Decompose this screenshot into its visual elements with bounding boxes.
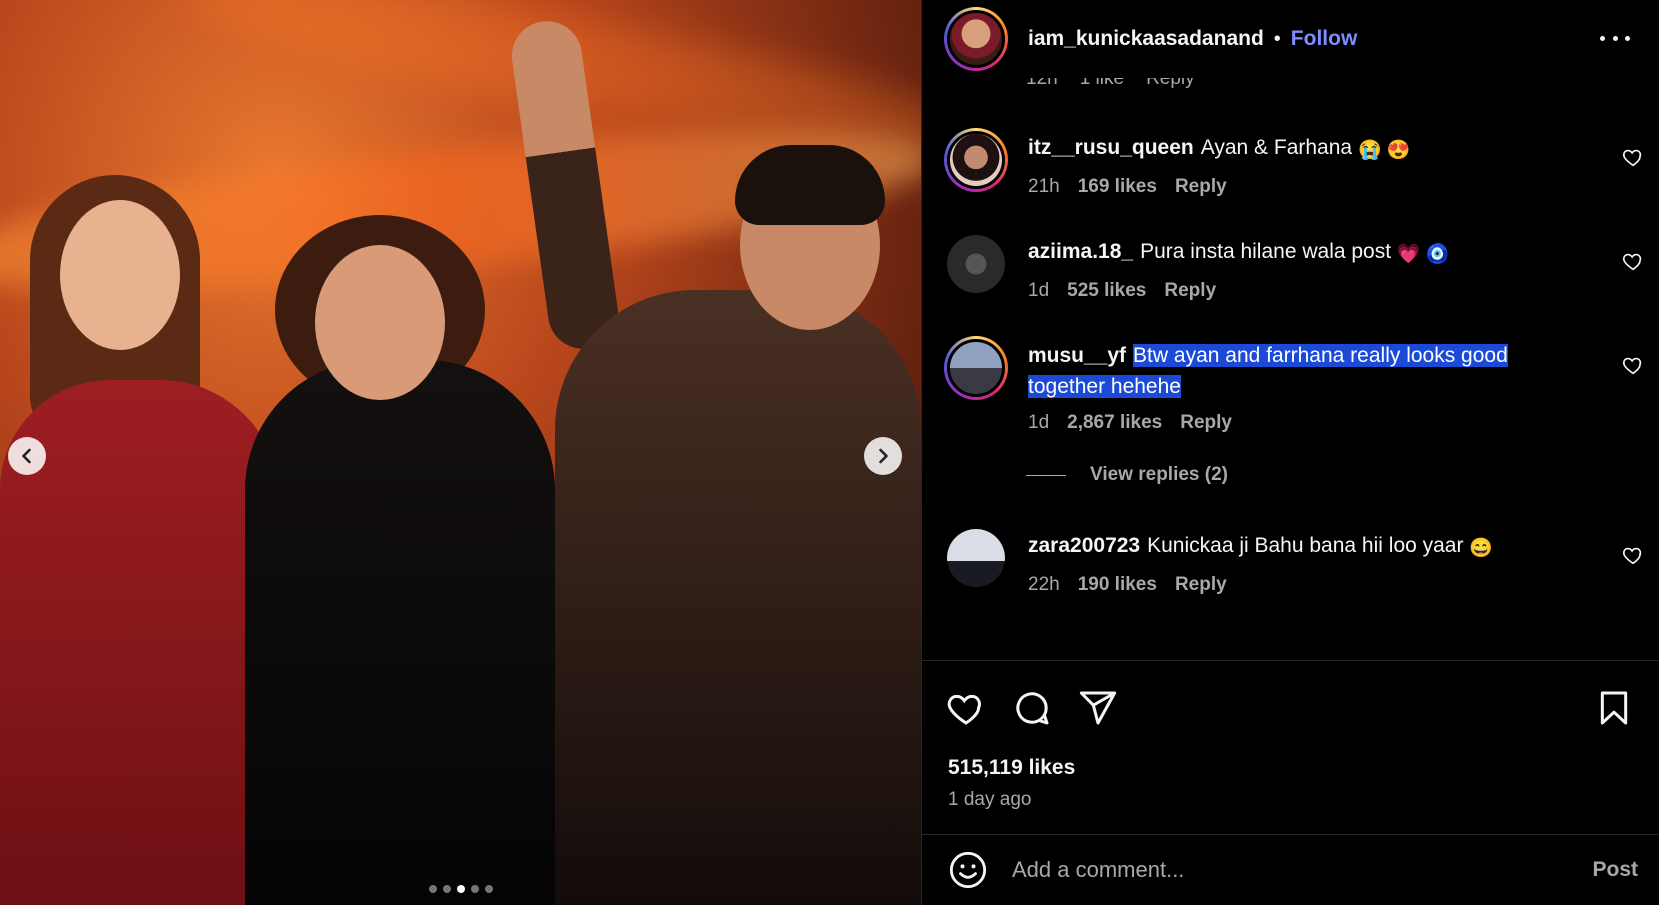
carousel-next-button[interactable]: [864, 437, 902, 475]
commenter-username[interactable]: itz__rusu_queen: [1028, 136, 1194, 159]
reply-button[interactable]: Reply: [1146, 78, 1195, 90]
post-side-panel: iam_kunickaasadanand • Follow 12h 1 like…: [921, 0, 1659, 905]
person-right-hair: [735, 145, 885, 225]
commenter-username[interactable]: musu__yf: [1028, 344, 1126, 367]
commenter-avatar[interactable]: [947, 529, 1005, 587]
post-header: iam_kunickaasadanand • Follow: [922, 0, 1659, 78]
heart-icon[interactable]: [1622, 544, 1644, 566]
comment-emojis: 💗 🧿: [1396, 244, 1450, 265]
author-avatar[interactable]: [944, 7, 1008, 71]
separator-dot: •: [1273, 27, 1281, 50]
person-middle-face: [315, 245, 445, 400]
heart-icon[interactable]: [946, 688, 986, 728]
chevron-left-icon: [22, 448, 31, 464]
previous-comment-meta: 12h 1 like Reply: [1026, 78, 1195, 90]
comment-likes[interactable]: 2,867 likes: [1067, 412, 1162, 434]
comment-item: itz__rusu_queen Ayan & Farhana 😭 😍 21h 16…: [944, 128, 1644, 198]
comment-text: Ayan & Farhana: [1200, 136, 1353, 159]
comment-text: Kunickaa ji Bahu bana hii loo yaar: [1147, 534, 1464, 557]
comment-composer: Post: [922, 834, 1659, 905]
send-icon[interactable]: [1078, 688, 1118, 728]
comment-input[interactable]: [1012, 857, 1552, 883]
commenter-avatar[interactable]: [944, 128, 1008, 192]
carousel-dot: [442, 885, 451, 893]
carousel-dot: [484, 885, 493, 893]
commenter-avatar[interactable]: [947, 235, 1005, 293]
comment-likes[interactable]: 525 likes: [1067, 280, 1146, 302]
comment-likes[interactable]: 1 like: [1080, 78, 1124, 90]
follow-button[interactable]: Follow: [1291, 27, 1358, 51]
person-right: [555, 290, 921, 905]
comment-item: aziima.18_ Pura insta hilane wala post 💗 …: [944, 232, 1644, 302]
smiley-icon[interactable]: [948, 850, 988, 890]
more-options-button[interactable]: [1600, 26, 1630, 50]
reply-button[interactable]: Reply: [1164, 280, 1216, 302]
comments-list[interactable]: 12h 1 like Reply itz__rusu_queen Ayan & F…: [922, 78, 1659, 660]
commenter-username[interactable]: zara200723: [1028, 534, 1140, 557]
post-actions: 515,119 likes 1 day ago: [922, 660, 1659, 830]
comment-emojis: 😭 😍: [1357, 140, 1411, 161]
view-replies-label: View replies (2): [1090, 464, 1228, 485]
comment-text: Pura insta hilane wala post: [1140, 240, 1392, 263]
comment-time: 1d: [1028, 412, 1050, 433]
comment-likes[interactable]: 190 likes: [1078, 574, 1157, 596]
carousel-dot: [456, 885, 465, 893]
carousel-dots: [0, 885, 921, 893]
person-left-face: [60, 200, 180, 350]
reply-button[interactable]: Reply: [1175, 574, 1227, 596]
instagram-post-modal: iam_kunickaasadanand • Follow 12h 1 like…: [0, 0, 1659, 905]
carousel-prev-button[interactable]: [8, 437, 46, 475]
post-likes-count[interactable]: 515,119 likes: [948, 756, 1075, 780]
divider-line: [1026, 474, 1066, 476]
comment-emojis: 😄: [1469, 538, 1493, 559]
person-middle: [245, 360, 555, 905]
heart-icon[interactable]: [1622, 146, 1644, 168]
comment-time: 1d: [1028, 280, 1050, 301]
post-comment-button[interactable]: Post: [1592, 858, 1638, 882]
chevron-right-icon: [879, 448, 888, 464]
post-time-ago[interactable]: 1 day ago: [948, 789, 1031, 811]
comment-item: musu__yf Btw ayan and farrhana really loo…: [944, 336, 1644, 434]
bookmark-icon[interactable]: [1594, 688, 1634, 728]
commenter-username[interactable]: aziima.18_: [1028, 240, 1133, 263]
carousel-dot: [470, 885, 479, 893]
carousel-dot: [428, 885, 437, 893]
reply-button[interactable]: Reply: [1175, 176, 1227, 198]
comment-item: zara200723 Kunickaa ji Bahu bana hii loo …: [944, 526, 1644, 596]
comment-likes[interactable]: 169 likes: [1078, 176, 1157, 198]
comment-time: 22h: [1028, 574, 1060, 595]
comment-time: 12h: [1026, 78, 1058, 89]
heart-icon[interactable]: [1622, 250, 1644, 272]
post-media[interactable]: [0, 0, 921, 905]
commenter-avatar[interactable]: [944, 336, 1008, 400]
comment-time: 21h: [1028, 176, 1060, 197]
view-replies-button[interactable]: View replies (2): [1026, 464, 1228, 486]
more-horizontal-icon: [1600, 35, 1605, 41]
author-username[interactable]: iam_kunickaasadanand: [1028, 27, 1264, 51]
heart-icon[interactable]: [1622, 354, 1644, 376]
comment-icon[interactable]: [1012, 688, 1052, 728]
reply-button[interactable]: Reply: [1180, 412, 1232, 434]
